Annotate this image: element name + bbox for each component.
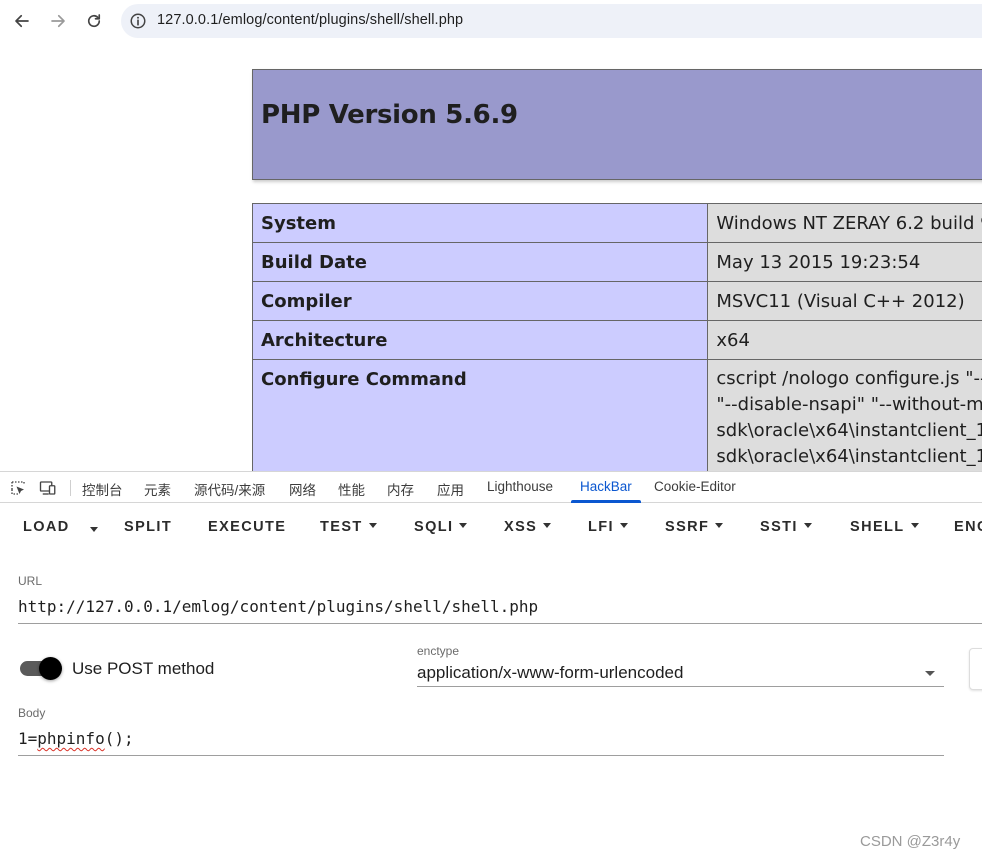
- forward-button[interactable]: [46, 9, 70, 33]
- tab-sources[interactable]: 源代码/来源: [194, 479, 265, 499]
- address-bar-url[interactable]: 127.0.0.1/emlog/content/plugins/shell/sh…: [157, 12, 463, 28]
- load-button[interactable]: LOAD: [23, 519, 70, 535]
- post-method-label: Use POST method: [72, 659, 215, 678]
- body-input-underline: [18, 755, 944, 756]
- tab-performance[interactable]: 性能: [338, 479, 365, 499]
- devtools-tab-bar: 控制台 元素 源代码/来源 网络 性能 内存 应用 Lighthouse Hac…: [0, 471, 982, 503]
- tab-separator: [70, 480, 71, 496]
- tab-lighthouse[interactable]: Lighthouse: [487, 479, 553, 494]
- address-bar[interactable]: 127.0.0.1/emlog/content/plugins/shell/sh…: [121, 4, 982, 38]
- chevron-down-icon: [803, 523, 812, 528]
- configure-line: sdk\oracle\x64\instantclient_1: [716, 420, 982, 441]
- row-key: System: [251, 203, 709, 243]
- configure-line: cscript /nologo configure.js "--e: [716, 368, 982, 389]
- url-input-underline: [18, 623, 982, 624]
- row-value: Windows NT ZERAY 6.2 build 92: [707, 203, 982, 243]
- shell-menu[interactable]: SHELL: [850, 519, 919, 535]
- row-value: MSVC11 (Visual C++ 2012): [707, 281, 982, 321]
- ssrf-menu[interactable]: SSRF: [665, 519, 724, 535]
- xss-menu[interactable]: XSS: [504, 519, 552, 535]
- back-button[interactable]: [10, 9, 34, 33]
- load-dropdown-caret[interactable]: [90, 527, 98, 532]
- tab-network[interactable]: 网络: [289, 479, 316, 499]
- reload-icon: [87, 14, 101, 28]
- tab-hackbar[interactable]: HackBar: [580, 479, 632, 494]
- hackbar-menu: LOAD SPLIT EXECUTE TEST SQLI XSS LFI SSR…: [0, 505, 982, 551]
- enctype-label: enctype: [417, 644, 460, 658]
- table-row: Architecture x64: [251, 320, 982, 360]
- table-row: Configure Command cscript /nologo config…: [251, 359, 982, 471]
- inspect-element-icon[interactable]: [9, 479, 27, 497]
- active-tab-indicator: [571, 500, 641, 503]
- ssti-menu-label: SSTI: [760, 519, 798, 535]
- device-toolbar-icon[interactable]: [39, 479, 57, 497]
- url-label: URL: [18, 574, 43, 588]
- chevron-down-icon: [910, 523, 919, 528]
- ssti-menu[interactable]: SSTI: [760, 519, 812, 535]
- php-version-header: PHP Version 5.6.9: [252, 69, 982, 180]
- side-panel-card[interactable]: [969, 648, 982, 690]
- chevron-down-icon[interactable]: [925, 671, 935, 676]
- reload-button[interactable]: [82, 9, 106, 33]
- page-viewport: PHP Version 5.6.9 System Windows NT ZERA…: [0, 44, 982, 471]
- split-button[interactable]: SPLIT: [124, 519, 172, 535]
- test-menu[interactable]: TEST: [320, 519, 377, 535]
- row-value: cscript /nologo configure.js "--e "--dis…: [707, 359, 982, 471]
- php-version-title: PHP Version 5.6.9: [261, 100, 518, 130]
- row-key: Compiler: [251, 281, 709, 321]
- shell-menu-label: SHELL: [850, 519, 905, 535]
- body-function: phpinfo: [37, 729, 105, 748]
- url-input[interactable]: http://127.0.0.1/emlog/content/plugins/s…: [18, 597, 538, 616]
- tab-elements[interactable]: 元素: [144, 479, 171, 499]
- body-prefix: 1=: [18, 729, 38, 748]
- chevron-down-icon: [619, 523, 628, 528]
- row-value: May 13 2015 19:23:54: [707, 242, 982, 282]
- arrow-left-icon: [15, 14, 29, 28]
- test-menu-label: TEST: [320, 519, 363, 535]
- tab-console[interactable]: 控制台: [82, 479, 123, 499]
- body-input[interactable]: 1=phpinfo();: [18, 729, 134, 748]
- toggle-thumb[interactable]: [39, 657, 62, 680]
- sqli-menu[interactable]: SQLI: [414, 519, 468, 535]
- tab-application[interactable]: 应用: [437, 479, 464, 499]
- table-row: Compiler MSVC11 (Visual C++ 2012): [251, 281, 982, 321]
- row-key: Architecture: [251, 320, 709, 360]
- body-suffix: ();: [104, 729, 134, 748]
- chevron-down-icon: [543, 523, 552, 528]
- row-key: Configure Command: [251, 359, 709, 471]
- row-value: x64: [707, 320, 982, 360]
- browser-toolbar: 127.0.0.1/emlog/content/plugins/shell/sh…: [0, 0, 982, 42]
- info-circle-icon[interactable]: [129, 12, 147, 30]
- configure-line: sdk\oracle\x64\instantclient_1: [716, 446, 982, 467]
- phpinfo-table: System Windows NT ZERAY 6.2 build 92 Bui…: [251, 203, 982, 471]
- enctype-select[interactable]: application/x-www-form-urlencoded: [417, 663, 683, 683]
- table-row: System Windows NT ZERAY 6.2 build 92: [251, 203, 982, 243]
- watermark: CSDN @Z3r4y: [860, 833, 961, 850]
- body-label: Body: [18, 706, 46, 720]
- lfi-menu-label: LFI: [588, 519, 614, 535]
- execute-button[interactable]: EXECUTE: [208, 519, 286, 535]
- xss-menu-label: XSS: [504, 519, 538, 535]
- chevron-down-icon: [368, 523, 377, 528]
- lfi-menu[interactable]: LFI: [588, 519, 628, 535]
- chevron-down-icon: [459, 523, 468, 528]
- chevron-down-icon: [715, 523, 724, 528]
- sqli-menu-label: SQLI: [414, 519, 454, 535]
- enc-menu[interactable]: ENC: [954, 519, 982, 535]
- tab-cookie-editor[interactable]: Cookie-Editor: [654, 479, 736, 494]
- table-row: Build Date May 13 2015 19:23:54: [251, 242, 982, 282]
- enctype-underline: [417, 686, 944, 687]
- row-key: Build Date: [251, 242, 709, 282]
- arrow-right-icon: [51, 14, 65, 28]
- devtools-panel: 控制台 元素 源代码/来源 网络 性能 内存 应用 Lighthouse Hac…: [0, 471, 982, 861]
- ssrf-menu-label: SSRF: [665, 519, 710, 535]
- configure-line: "--disable-nsapi" "--without-m: [716, 394, 982, 415]
- tab-memory[interactable]: 内存: [387, 479, 414, 499]
